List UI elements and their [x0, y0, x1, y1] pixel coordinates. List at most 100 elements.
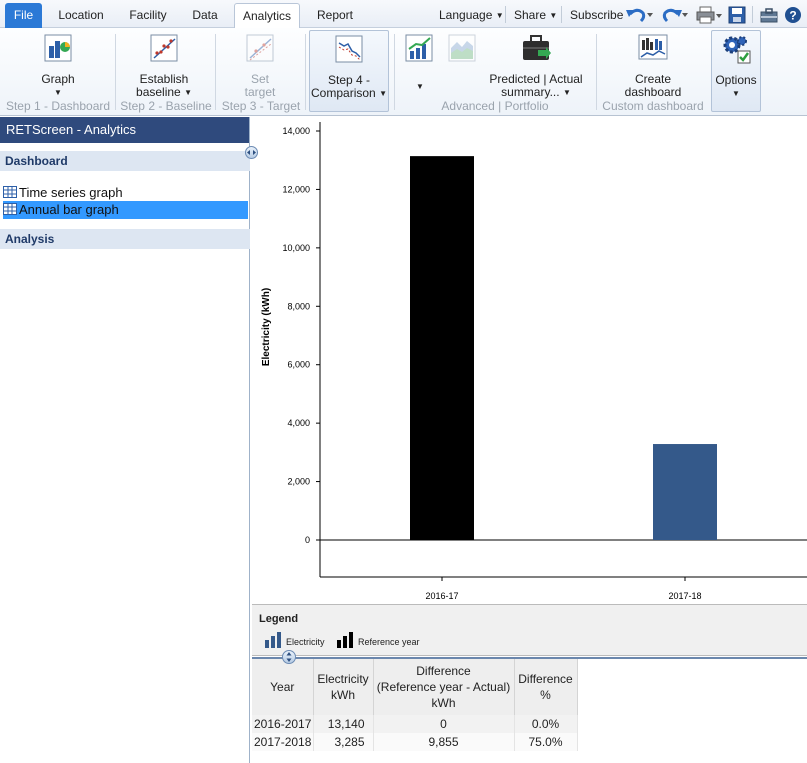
- options-button[interactable]: Options ▼: [711, 30, 761, 112]
- tab-location[interactable]: Location: [52, 3, 110, 28]
- subscribe-button[interactable]: Subscribe: [570, 8, 623, 22]
- y-tick-label: 10,000: [282, 243, 310, 253]
- group-label-step2: Step 2 - Baseline: [120, 99, 212, 113]
- tab-analytics[interactable]: Analytics: [234, 3, 300, 29]
- y-tick-label: 8,000: [287, 301, 310, 311]
- column-header-electricity[interactable]: Electricity kWh: [313, 659, 374, 715]
- predicted-actual-summary-button[interactable]: Predicted | Actual summary... ▼: [488, 32, 584, 99]
- caret-down-icon: ▼: [732, 89, 740, 98]
- table-row[interactable]: 2017-2018 3,285 9,855 75.0%: [252, 733, 578, 751]
- cell-year: 2017-2018: [252, 733, 314, 751]
- y-axis-label: Electricity (kWh): [261, 288, 272, 366]
- table-row[interactable]: 2016-2017 13,140 0 0.0%: [252, 715, 578, 733]
- legend-label: Electricity: [286, 637, 325, 647]
- panel-title: RETScreen - Analytics: [0, 117, 249, 143]
- create-dashboard-button[interactable]: Create dashboard: [620, 32, 686, 99]
- svg-text:?: ?: [789, 9, 796, 23]
- column-header-difference-percent[interactable]: Difference %: [514, 659, 578, 715]
- cell-difference-kwh: 9,855: [373, 733, 515, 751]
- establish-baseline-label-2: baseline: [136, 85, 181, 99]
- scatter-baseline-icon: [150, 34, 178, 62]
- header-text: Year: [270, 680, 295, 694]
- language-label: Language: [439, 8, 493, 22]
- divider: [115, 34, 116, 110]
- tab-data[interactable]: Data: [186, 3, 224, 28]
- legend-label: Reference year: [358, 637, 420, 647]
- header-text: Electricity: [317, 672, 369, 686]
- predicted-label-2: summary...: [501, 85, 560, 99]
- cell-difference-percent: 0.0%: [514, 715, 578, 733]
- divider: [752, 6, 753, 23]
- column-header-year[interactable]: Year: [252, 659, 314, 715]
- caret-down-icon[interactable]: ▼: [416, 82, 424, 91]
- save-icon[interactable]: [728, 6, 746, 24]
- section-dashboard[interactable]: Dashboard: [0, 151, 250, 171]
- legend-item-reference-year: Reference year: [336, 632, 420, 649]
- column-header-difference-kwh[interactable]: Difference (Reference year - Actual) kWh: [373, 659, 515, 715]
- header-text: Difference: [416, 664, 471, 678]
- chart-svg: 0 2,000 4,000 6,000 8,000 10,000 12,000 14,000 E…: [261, 122, 807, 601]
- bar-chart-icon: [265, 632, 281, 648]
- divider: [505, 6, 506, 23]
- tab-file[interactable]: File: [5, 3, 42, 28]
- caret-down-icon: ▼: [495, 11, 504, 20]
- redo-icon[interactable]: [660, 6, 690, 24]
- target-line-icon: [246, 34, 274, 62]
- section-analysis[interactable]: Analysis: [0, 229, 250, 249]
- group-label-step3: Step 3 - Target: [221, 99, 301, 113]
- splitter-toggle-button[interactable]: [282, 650, 296, 664]
- ribbon: Graph ▼ Step 1 - Dashboard Establish bas…: [0, 28, 807, 116]
- establish-baseline-button[interactable]: Establish baseline ▼: [130, 32, 198, 99]
- group-label-custom: Custom dashboard: [602, 99, 704, 113]
- y-tick-label: 2,000: [287, 477, 310, 487]
- panel-collapse-button[interactable]: [245, 146, 258, 159]
- graph-button[interactable]: Graph ▼: [30, 32, 86, 99]
- tab-facility[interactable]: Facility: [122, 3, 174, 28]
- y-tick-label: 6,000: [287, 360, 310, 370]
- toolbox-icon[interactable]: [760, 6, 778, 24]
- caret-down-icon: ▼: [54, 88, 62, 97]
- help-icon[interactable]: ?: [784, 6, 802, 24]
- graph-icon: [44, 34, 72, 62]
- step4-comparison-button[interactable]: Step 4 - Comparison ▼: [309, 30, 389, 112]
- bar-2016-17: [410, 156, 474, 541]
- chart-legend: Legend Electricity Reference year: [252, 604, 807, 656]
- grid-icon: [3, 186, 17, 198]
- nav-item-time-series-graph[interactable]: Time series graph: [3, 184, 248, 202]
- header-text: Difference: [518, 672, 573, 686]
- y-tick-label: 12,000: [282, 184, 310, 194]
- y-tick-label: 4,000: [287, 418, 310, 428]
- divider: [596, 34, 597, 110]
- create-dashboard-label-2: dashboard: [624, 85, 682, 99]
- arrows-vertical-icon: [286, 652, 292, 662]
- options-label: Options: [715, 73, 757, 87]
- x-tick-label: 2017-18: [668, 591, 701, 601]
- header-unit: %: [540, 688, 551, 702]
- legend-title: Legend: [259, 613, 299, 625]
- comparison-table-container: Year Electricity kWh Difference (Referen…: [252, 657, 807, 763]
- divider: [215, 34, 216, 110]
- header-unit: kWh: [331, 688, 355, 702]
- set-target-button[interactable]: Set target: [230, 32, 290, 99]
- bar-2017-18: [653, 444, 717, 540]
- nav-item-annual-bar-graph[interactable]: Annual bar graph: [3, 201, 248, 219]
- print-icon[interactable]: [696, 6, 724, 24]
- area-chart-icon: [448, 34, 476, 62]
- cell-difference-percent: 75.0%: [514, 733, 578, 751]
- divider: [305, 34, 306, 110]
- bar-chart-icon: [337, 632, 353, 648]
- area-chart-button[interactable]: [445, 32, 479, 73]
- menu-bar: File Location Facility Data Analytics Re…: [0, 0, 807, 29]
- arrows-horizontal-icon: [247, 150, 256, 155]
- caret-down-icon: ▼: [562, 88, 571, 97]
- trend-bars-button[interactable]: [402, 32, 436, 73]
- share-menu[interactable]: Share ▼: [514, 8, 557, 22]
- tab-report[interactable]: Report: [306, 3, 364, 28]
- set-target-label-2: target: [244, 85, 276, 99]
- undo-icon[interactable]: [625, 6, 655, 24]
- annual-bar-chart: 0 2,000 4,000 6,000 8,000 10,000 12,000 14,000 E…: [252, 117, 807, 604]
- comparison-icon: [335, 35, 363, 63]
- caret-down-icon: ▼: [379, 89, 387, 98]
- language-menu[interactable]: Language ▼: [439, 8, 504, 22]
- share-label: Share: [514, 8, 547, 22]
